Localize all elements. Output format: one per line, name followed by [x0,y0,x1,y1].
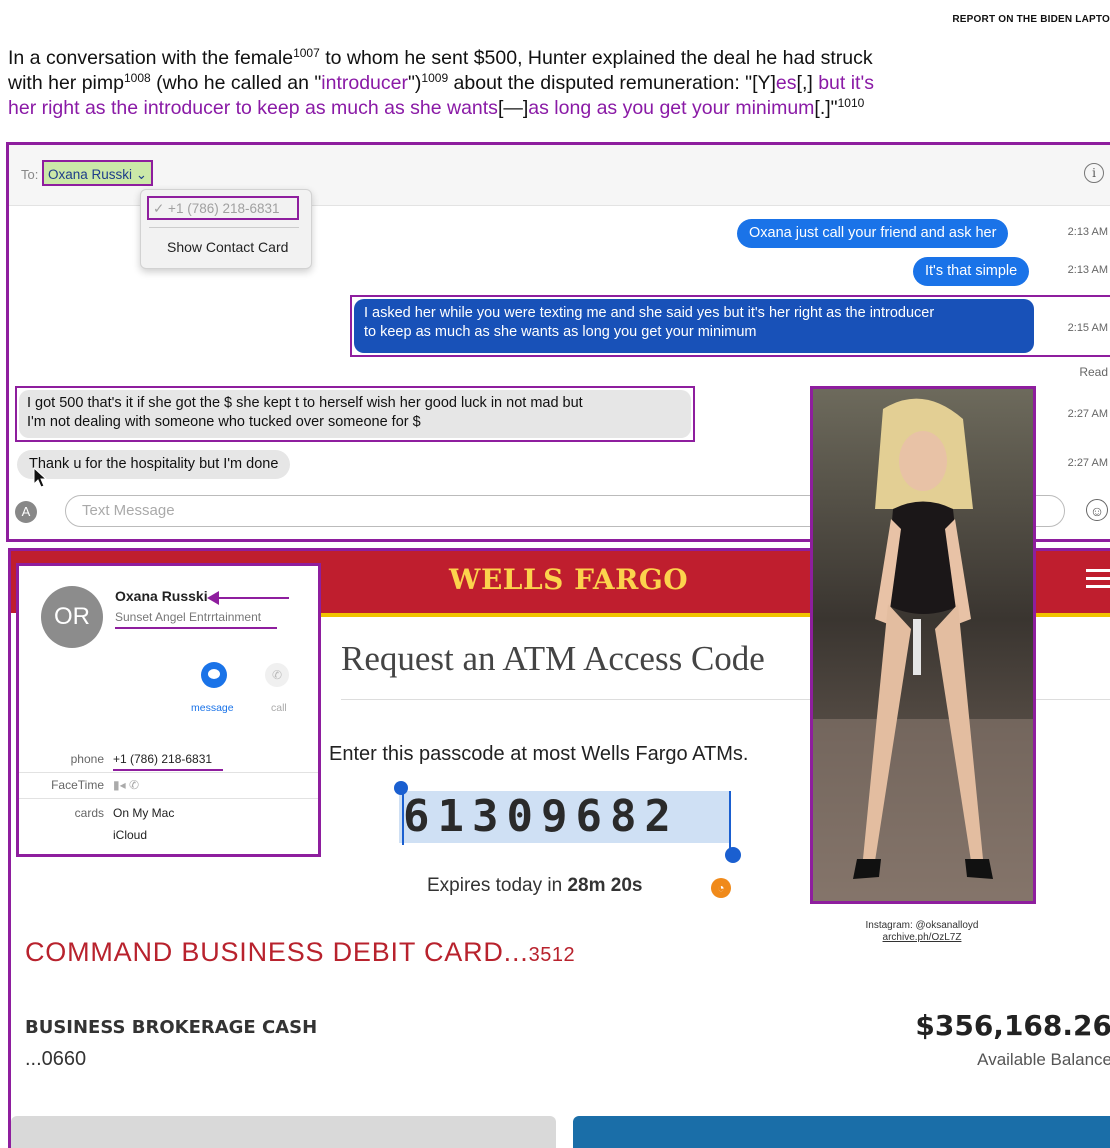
timestamp: 2:27 AM [1067,457,1108,469]
paragraph-line-1: In a conversation with the female1007 to… [8,46,873,69]
account-number: ...0660 [25,1048,87,1070]
call-button-label[interactable]: call [271,702,287,714]
selection-handle-start[interactable] [402,787,404,845]
mouse-cursor-icon [33,467,47,488]
info-icon[interactable]: i [1084,163,1104,183]
message-icon[interactable] [201,662,227,688]
message-text-line: I asked her while you were texting me an… [364,305,935,321]
annotation-underline [115,627,277,629]
selection-handle-start-knob[interactable] [394,781,408,795]
timestamp: 2:27 AM [1067,408,1108,420]
contact-card: OR Oxana Russki Sunset Angel Entrrtainme… [16,563,321,857]
chevron-down-icon: ⌄ [132,167,148,182]
footnote-1009: 1009 [421,71,449,85]
show-contact-card-item[interactable]: Show Contact Card [167,239,288,255]
dropdown-phone-item[interactable]: ✓ +1 (786) 218-6831 [147,196,299,220]
footnote-1008: 1008 [123,71,151,85]
card-title: COMMAND BUSINESS DEBIT CARD...3512 [25,937,576,967]
annotation-underline [113,769,223,771]
brand-logo: WELLS FARGO [449,563,689,596]
page-title: Request an ATM Access Code [341,639,765,678]
report-paragraph: In a conversation with the female1007 to… [8,46,1110,121]
read-receipt: Read [1079,365,1108,379]
message-text-line: I'm not dealing with someone who tucked … [27,414,421,430]
contact-name: Oxana Russki [115,588,208,604]
timestamp: 2:13 AM [1067,264,1108,276]
footnote-1010: 1010 [837,96,865,110]
selection-handle-end[interactable] [729,791,731,849]
caption-link[interactable]: archive.ph/OzL7Z [848,932,996,944]
photo-caption: Instagram: @oksanalloyd archive.ph/OzL7Z [848,920,996,944]
annotation-arrow [211,597,289,599]
emoji-icon[interactable]: ☺ [1086,499,1108,521]
message-text-line: to keep as much as she wants as long you… [364,324,757,340]
recipient-dropdown: ✓ +1 (786) 218-6831 Show Contact Card [140,189,312,269]
to-label: To: [21,167,39,182]
message-bubble-sent: Oxana just call your friend and ask her [737,219,1009,248]
paragraph-line-2: with her pimp1008 (who he called an "int… [8,71,874,94]
paragraph-line-3: her right as the introducer to keep as m… [8,96,865,119]
divider [19,798,318,799]
timestamp: 2:13 AM [1067,226,1108,238]
phone-icon[interactable]: ✆ [265,663,289,687]
expiry-text: Expires today in 28m 20s [427,875,643,896]
phone-number[interactable]: +1 (786) 218-6831 [113,752,212,766]
recipient-chip[interactable]: Oxana Russki ⌄ [42,160,154,186]
atm-passcode[interactable]: 61309682 [399,791,729,843]
avatar: OR [41,586,103,648]
message-text-line: I got 500 that's it if she got the $ she… [27,395,583,411]
hamburger-menu-icon[interactable] [1086,569,1110,589]
clock-icon: ◔ [711,878,731,898]
instagram-photo [810,386,1036,904]
message-bubble-received-highlighted: I got 500 that's it if she got the $ she… [19,390,691,438]
divider [19,772,318,773]
secondary-button[interactable] [11,1116,556,1148]
app-store-icon[interactable]: A [15,501,37,523]
account-balance: $356,168.26 [915,1009,1110,1042]
photo-figure [813,389,1033,901]
message-bubble-sent: It's that simple [913,257,1030,286]
facetime-icon[interactable]: ▮◂ ✆ [113,778,139,792]
timestamp: 2:15 AM [1067,322,1108,334]
primary-button[interactable] [573,1116,1110,1148]
message-button-label[interactable]: message [191,702,234,714]
message-bubble-sent-highlighted: I asked her while you were texting me an… [354,299,1034,353]
caption-line: Instagram: @oksanalloyd [865,920,979,931]
balance-label: Available Balance [977,1050,1110,1069]
account-name: BUSINESS BROKERAGE CASH [25,1017,318,1038]
message-bubble-received: Thank u for the hospitality but I'm done [17,450,291,479]
report-header: REPORT ON THE BIDEN LAPTO [952,14,1110,25]
contact-company: Sunset Angel Entrrtainment [115,610,262,624]
footnote-1007: 1007 [293,46,320,60]
selection-handle-end-knob[interactable] [725,847,741,863]
dropdown-divider [149,227,299,228]
passcode-instruction: Enter this passcode at most Wells Fargo … [329,743,749,765]
